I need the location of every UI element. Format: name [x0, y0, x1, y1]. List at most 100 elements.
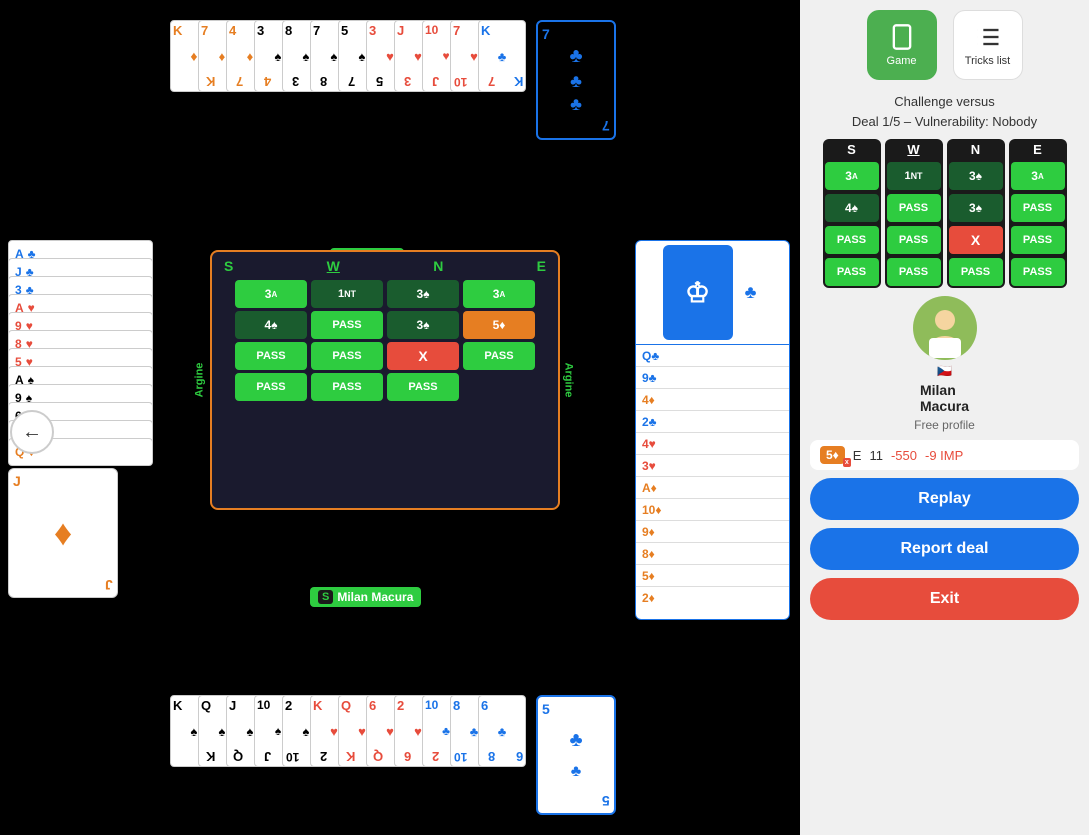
player-last-name: Macura: [920, 398, 969, 414]
contract-value: 5♦: [826, 448, 839, 462]
compass-w: W: [327, 258, 340, 274]
north-last-card: 7 ♣ ♣ ♣ 7: [536, 20, 616, 140]
right-panel: Game Tricks list Challenge versus Deal 1…: [800, 0, 1089, 835]
compass-e: E: [537, 258, 546, 274]
player-avatar: [913, 296, 977, 360]
rp-s-4: PASS: [825, 258, 879, 286]
rp-e-2: PASS: [1011, 194, 1065, 222]
compass-s: S: [224, 258, 233, 274]
player-flag: 🇨🇿: [937, 364, 952, 378]
s-bid-1: 3A: [235, 280, 307, 308]
report-deal-button[interactable]: Report deal: [810, 528, 1079, 570]
w-king-card: J ♦ J: [8, 468, 118, 598]
score-tricks: 11: [869, 448, 883, 463]
s-bid-3: PASS: [235, 342, 307, 370]
prev-button[interactable]: ←: [10, 410, 54, 454]
score-value: -550: [891, 448, 917, 463]
rp-s-header: S: [823, 139, 881, 160]
card-k-clubs: K ♣ K: [478, 20, 526, 92]
south-card-fan: K♠K Q♠Q J♠J 10♠10 2♠2 K♥K Q♥Q 6♥6: [170, 695, 526, 767]
e-bid-1: 3A: [463, 280, 535, 308]
w-bid-3: PASS: [311, 342, 383, 370]
exit-button[interactable]: Exit: [810, 578, 1079, 620]
east-top-card: ♔ ♣: [636, 241, 789, 345]
x-badge: x: [843, 458, 851, 467]
score-details: E 11 -550 -9 IMP: [853, 448, 964, 463]
n-bid-1: 3♠: [387, 280, 459, 308]
e-bid-4: [463, 373, 535, 401]
w-bid-1: 1NT: [311, 280, 383, 308]
tricks-list-tab[interactable]: Tricks list: [953, 10, 1023, 80]
e-bid-2: 5♦: [463, 311, 535, 339]
trick-row-10: 8♦: [636, 543, 789, 565]
game-tab-label: Game: [887, 55, 917, 67]
game-tab[interactable]: Game: [867, 10, 937, 80]
east-side-label: Argine: [563, 363, 575, 398]
trick-row-4: 2♣: [636, 411, 789, 433]
score-row: 5♦ x E 11 -550 -9 IMP: [810, 440, 1079, 470]
south-hand: K♠K Q♠Q J♠J 10♠10 2♠2 K♥K Q♥Q 6♥6: [170, 695, 616, 815]
rp-n-header: N: [947, 139, 1005, 160]
n-bid-4: PASS: [387, 373, 459, 401]
south-player-name: Milan Macura: [337, 590, 413, 604]
phone-icon: [888, 23, 916, 51]
rp-w-2: PASS: [887, 194, 941, 222]
rp-e-col: E 3A PASS PASS PASS: [1009, 139, 1067, 288]
trick-row-2: 9♣: [636, 367, 789, 389]
trick-card-list: Q♣ 9♣ 4♦ 2♣ 4♥ 3♥ A♦ 10♦ 9♦ 8♦ 5♦ 2♦: [636, 345, 789, 619]
right-bid-table: S 3A 4♠ PASS PASS W 1NT PASS PASS PASS N…: [823, 139, 1067, 288]
trick-row-1: Q♣: [636, 345, 789, 367]
rp-w-3: PASS: [887, 226, 941, 254]
rp-s-col: S 3A 4♠ PASS PASS: [823, 139, 881, 288]
rp-e-header: E: [1009, 139, 1067, 160]
trick-row-8: 10♦: [636, 499, 789, 521]
n-bid-col: 3♠ 3♠ X PASS: [387, 280, 459, 401]
compass-n: N: [433, 258, 443, 274]
west-side-label: Argine: [193, 363, 205, 398]
bid-columns: 3A 4♠ PASS PASS 1NT PASS PASS PASS 3♠ 3♠…: [227, 280, 543, 409]
w-bid-col: 1NT PASS PASS PASS: [311, 280, 383, 401]
list-icon: [974, 23, 1002, 51]
rp-n-2: 3♠: [949, 194, 1003, 222]
player-profile: 🇨🇿 Milan Macura Free profile: [913, 296, 977, 432]
rp-n-1: 3♠: [949, 162, 1003, 190]
trick-row-3: 4♦: [636, 389, 789, 411]
rp-e-4: PASS: [1011, 258, 1065, 286]
rp-n-3: X: [949, 226, 1003, 254]
trick-row-5: 4♥: [636, 433, 789, 455]
rp-w-header: W: [885, 139, 943, 160]
rp-n-col: N 3♠ 3♠ X PASS: [947, 139, 1005, 288]
south-player-label: S Milan Macura: [310, 587, 421, 607]
rp-w-col: W 1NT PASS PASS PASS: [885, 139, 943, 288]
rp-w-4: PASS: [887, 258, 941, 286]
contract-badge: 5♦ x: [820, 446, 845, 464]
w-bid-2: PASS: [311, 311, 383, 339]
compass-row: S W N E: [212, 252, 558, 280]
n-bid-2: 3♠: [387, 311, 459, 339]
trick-row-6: 3♥: [636, 455, 789, 477]
east-trick-area: ♔ ♣ Q♣ 9♣ 4♦ 2♣ 4♥ 3♥ A♦ 10♦ 9♦ 8♦ 5♦ 2♦: [635, 240, 790, 620]
s-card-12: 6♣6: [478, 695, 526, 767]
player-name: Milan Macura: [920, 382, 969, 414]
trick-row-11: 5♦: [636, 565, 789, 587]
corner-icon: ♣: [739, 281, 763, 305]
w-bid-4: PASS: [311, 373, 383, 401]
north-card-fan: K ♦ K 7 ♦ 7 4 ♦ 4 3 ♠ 3: [170, 20, 526, 92]
south-last-card: 5 ♣ ♣ 5: [536, 695, 616, 815]
face-card-graphic: ♔: [663, 245, 733, 340]
e-bid-col: 3A 5♦ PASS: [463, 280, 535, 401]
player-subtitle: Free profile: [914, 418, 975, 432]
rp-e-3: PASS: [1011, 226, 1065, 254]
trick-row-7: A♦: [636, 477, 789, 499]
rp-w-1: 1NT: [887, 162, 941, 190]
deal-info: Deal 1/5 – Vulnerability: Nobody: [852, 112, 1037, 132]
n-bid-3: X: [387, 342, 459, 370]
tab-row: Game Tricks list: [867, 10, 1023, 80]
challenge-title: Challenge versus: [852, 92, 1037, 112]
rp-s-3: PASS: [825, 226, 879, 254]
challenge-info: Challenge versus Deal 1/5 – Vulnerabilit…: [852, 92, 1037, 131]
replay-button[interactable]: Replay: [810, 478, 1079, 520]
south-pos-badge: S: [318, 590, 333, 604]
rp-e-1: 3A: [1011, 162, 1065, 190]
s-bid-col: 3A 4♠ PASS PASS: [235, 280, 307, 401]
